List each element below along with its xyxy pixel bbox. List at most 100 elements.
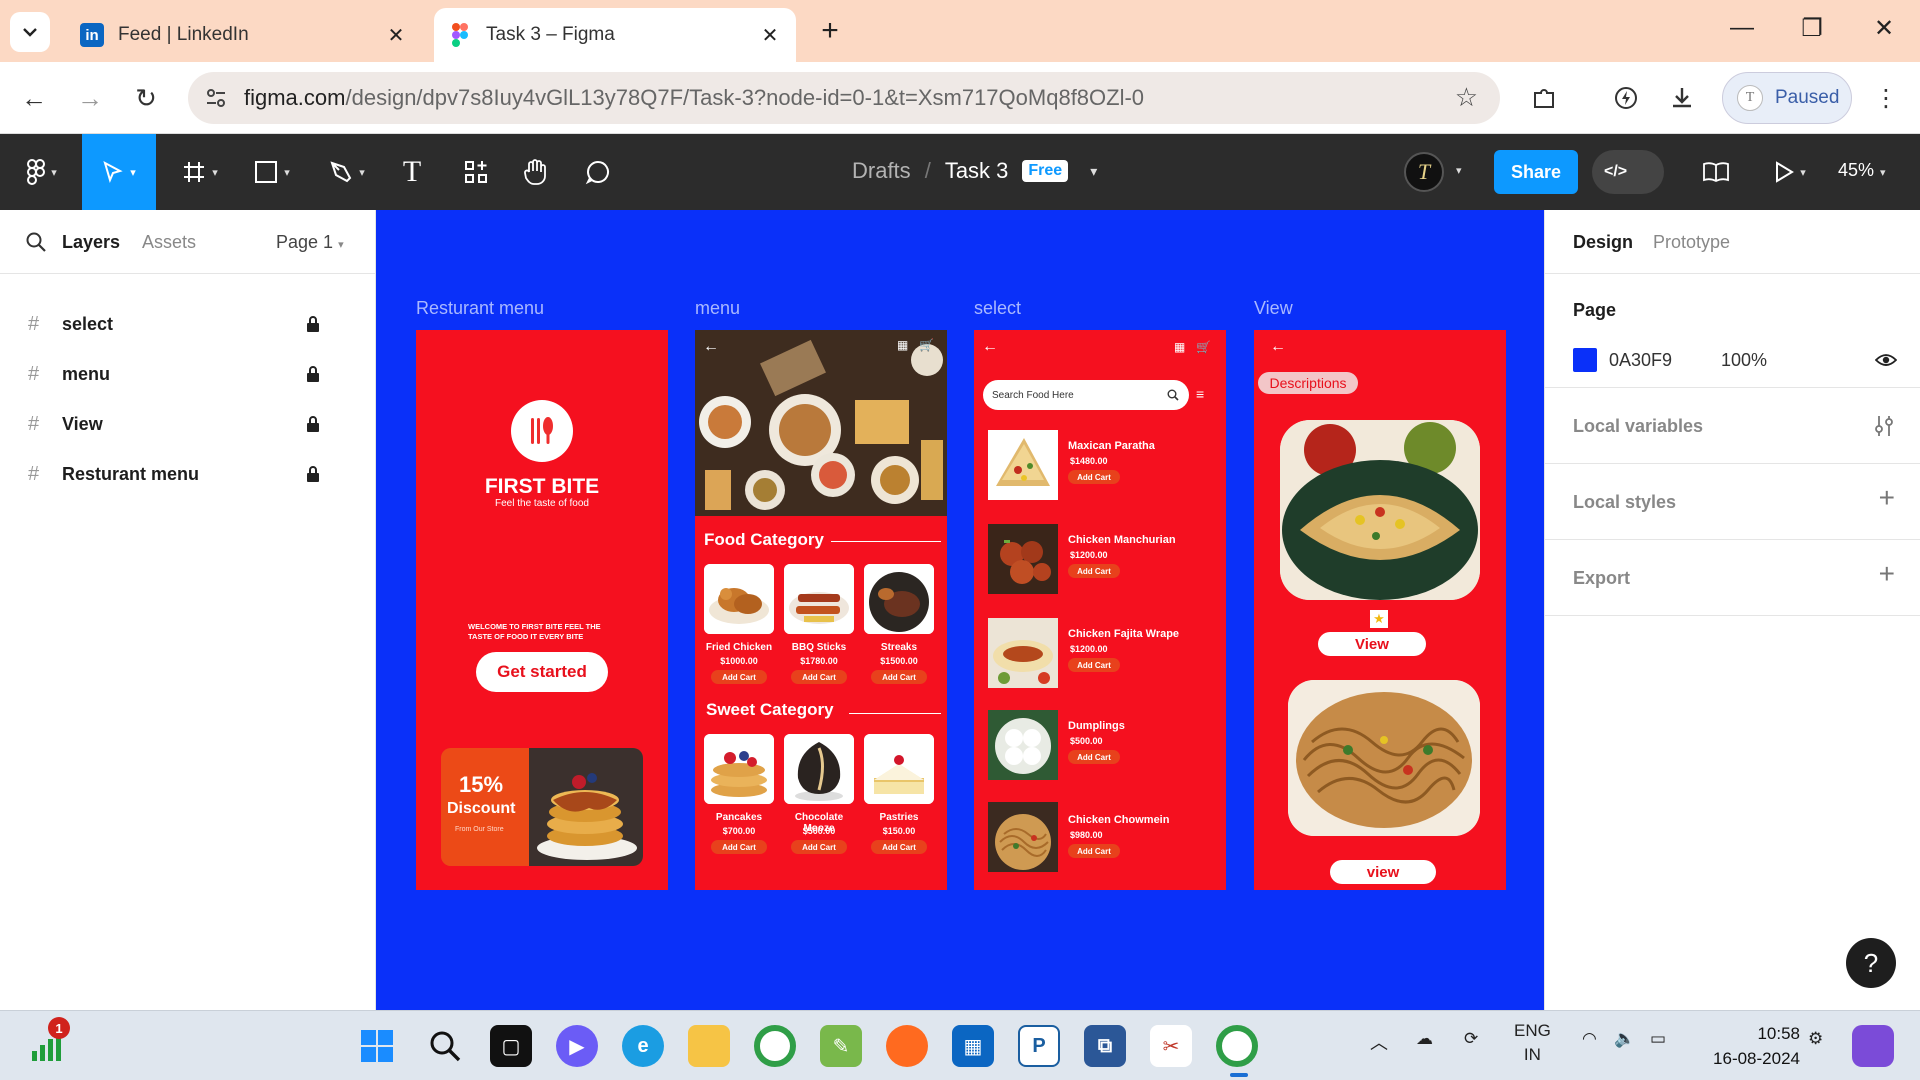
- sweet-card-image[interactable]: [784, 734, 854, 804]
- resources-tool-button[interactable]: [456, 134, 496, 210]
- breadcrumb-drafts[interactable]: Drafts: [852, 158, 911, 184]
- restore-icon[interactable]: ❐: [1792, 14, 1832, 43]
- zoom-level[interactable]: 45% ▾: [1838, 160, 1886, 181]
- add-cart-button[interactable]: Add Cart: [1068, 750, 1120, 764]
- back-arrow-icon[interactable]: ←: [982, 338, 998, 356]
- search-icon[interactable]: [24, 230, 48, 254]
- food-card-image[interactable]: [704, 564, 774, 634]
- layer-row-view[interactable]: # View: [0, 399, 376, 449]
- lock-icon[interactable]: [306, 466, 320, 482]
- tab-design[interactable]: Design: [1573, 232, 1633, 253]
- layer-row-select[interactable]: # select: [0, 299, 376, 349]
- add-cart-button[interactable]: Add Cart: [871, 840, 927, 854]
- frame-select[interactable]: ← ▦ 🛒 Search Food Here ≡ Maxican Paratha…: [974, 330, 1226, 890]
- grid-icon[interactable]: ▦: [897, 338, 908, 352]
- language-indicator[interactable]: ENG IN: [1514, 1019, 1551, 1067]
- photos-app-icon[interactable]: ✎: [820, 1025, 862, 1067]
- add-export-icon[interactable]: +: [1879, 558, 1895, 590]
- add-cart-button[interactable]: Add Cart: [1068, 844, 1120, 858]
- bookmark-star-icon[interactable]: ☆: [1455, 82, 1478, 113]
- search-taskbar-button[interactable]: [424, 1025, 466, 1067]
- add-cart-button[interactable]: Add Cart: [711, 670, 767, 684]
- page-selector[interactable]: Page 1 ▾: [276, 232, 344, 253]
- discount-card[interactable]: 15% Discount From Our Store: [441, 748, 643, 866]
- minimize-icon[interactable]: —: [1722, 14, 1762, 42]
- extensions-icon[interactable]: [1526, 80, 1562, 116]
- page-opacity[interactable]: 100%: [1721, 350, 1767, 371]
- export-section[interactable]: Export +: [1545, 540, 1920, 616]
- frame-label-select[interactable]: select: [974, 298, 1021, 319]
- frame-label-resturant[interactable]: Resturant menu: [416, 298, 544, 319]
- frame-resturant-menu[interactable]: FIRST BITE Feel the taste of food WELCOM…: [416, 330, 668, 890]
- filter-icon[interactable]: ≡: [1196, 386, 1204, 402]
- tab-search-button[interactable]: [10, 12, 50, 52]
- frame-tool-button[interactable]: ▾: [172, 134, 228, 210]
- back-arrow-icon[interactable]: ←: [1270, 338, 1286, 356]
- volume-icon[interactable]: 🔈: [1614, 1029, 1635, 1049]
- text-tool-icon[interactable]: T: [392, 134, 432, 210]
- lock-icon[interactable]: [306, 366, 320, 382]
- food-card-image[interactable]: [784, 564, 854, 634]
- download-icon[interactable]: [1664, 80, 1700, 116]
- vs-app-icon[interactable]: ⧉: [1084, 1025, 1126, 1067]
- star-icon[interactable]: ★: [1370, 610, 1388, 628]
- forward-icon[interactable]: →: [70, 78, 110, 118]
- view-button[interactable]: View: [1318, 632, 1426, 656]
- lock-icon[interactable]: [306, 416, 320, 432]
- variables-sliders-icon[interactable]: [1873, 414, 1895, 438]
- show-hidden-icons[interactable]: ︿: [1370, 1029, 1388, 1055]
- frame-view[interactable]: ← Descriptions ★ View view: [1254, 330, 1506, 890]
- chrome-active-icon[interactable]: [1216, 1025, 1258, 1067]
- edge-browser-icon[interactable]: e: [622, 1025, 664, 1067]
- food-card-image[interactable]: [864, 564, 934, 634]
- back-arrow-icon[interactable]: ←: [703, 338, 719, 356]
- pen-tool-button[interactable]: ▾: [318, 134, 376, 210]
- page-color-swatch[interactable]: [1573, 348, 1597, 372]
- tab-prototype[interactable]: Prototype: [1653, 232, 1730, 253]
- onedrive-cloud-icon[interactable]: ☁: [1416, 1029, 1433, 1049]
- page-color-hex[interactable]: 0A30F9: [1609, 350, 1672, 371]
- browser-menu-icon[interactable]: ⋮: [1868, 80, 1904, 116]
- url-input[interactable]: figma.com/design/dpv7s8Iuy4vGlL13y78Q7F/…: [188, 72, 1500, 124]
- add-cart-button[interactable]: Add Cart: [1068, 658, 1120, 672]
- comment-tool-button[interactable]: [578, 134, 618, 210]
- start-button[interactable]: [356, 1025, 398, 1067]
- cart-icon[interactable]: 🛒: [1196, 340, 1211, 354]
- cart-icon[interactable]: 🛒: [919, 338, 934, 352]
- present-button[interactable]: ▾: [1766, 134, 1814, 210]
- firefox-icon[interactable]: [886, 1025, 928, 1067]
- frame-label-view[interactable]: View: [1254, 298, 1293, 319]
- frame-label-menu[interactable]: menu: [695, 298, 740, 319]
- add-cart-button[interactable]: Add Cart: [1068, 470, 1120, 484]
- close-tab-icon[interactable]: ✕: [384, 23, 408, 48]
- battery-icon[interactable]: ▭: [1650, 1029, 1666, 1049]
- settings-gear-icon[interactable]: ⚙: [1808, 1029, 1823, 1049]
- share-button[interactable]: Share: [1494, 150, 1578, 194]
- add-cart-button[interactable]: Add Cart: [791, 670, 847, 684]
- library-button[interactable]: [1696, 134, 1736, 210]
- search-icon[interactable]: [1167, 389, 1179, 401]
- wifi-icon[interactable]: ◠: [1582, 1029, 1597, 1049]
- dev-mode-toggle[interactable]: </>: [1592, 150, 1664, 194]
- close-window-icon[interactable]: ✕: [1864, 14, 1904, 43]
- user-avatar[interactable]: T: [1404, 152, 1444, 192]
- add-cart-button[interactable]: Add Cart: [791, 840, 847, 854]
- reload-icon[interactable]: ↻: [126, 78, 166, 118]
- editor-app-icon[interactable]: P: [1018, 1025, 1060, 1067]
- sweet-card-image[interactable]: [704, 734, 774, 804]
- grid-icon[interactable]: ▦: [1174, 340, 1185, 354]
- tab-linkedin[interactable]: in Feed | LinkedIn ✕: [66, 8, 422, 62]
- stocks-widget[interactable]: 1: [28, 1017, 70, 1065]
- add-cart-button[interactable]: Add Cart: [1068, 564, 1120, 578]
- file-explorer-icon[interactable]: [688, 1025, 730, 1067]
- frame-menu[interactable]: ← ▦ 🛒 Food Category Fried Chicken BBQ St…: [695, 330, 947, 890]
- get-started-button[interactable]: Get started: [476, 652, 608, 692]
- close-tab-icon[interactable]: ✕: [758, 23, 782, 48]
- file-name[interactable]: Task 3: [945, 158, 1009, 184]
- descriptions-pill[interactable]: Descriptions: [1258, 372, 1358, 394]
- tab-layers[interactable]: Layers: [62, 232, 120, 253]
- local-styles-section[interactable]: Local styles +: [1545, 464, 1920, 540]
- avatar-chevron-icon[interactable]: ▾: [1456, 164, 1462, 177]
- local-variables-section[interactable]: Local variables: [1545, 388, 1920, 464]
- main-menu-button[interactable]: ▾: [12, 134, 72, 210]
